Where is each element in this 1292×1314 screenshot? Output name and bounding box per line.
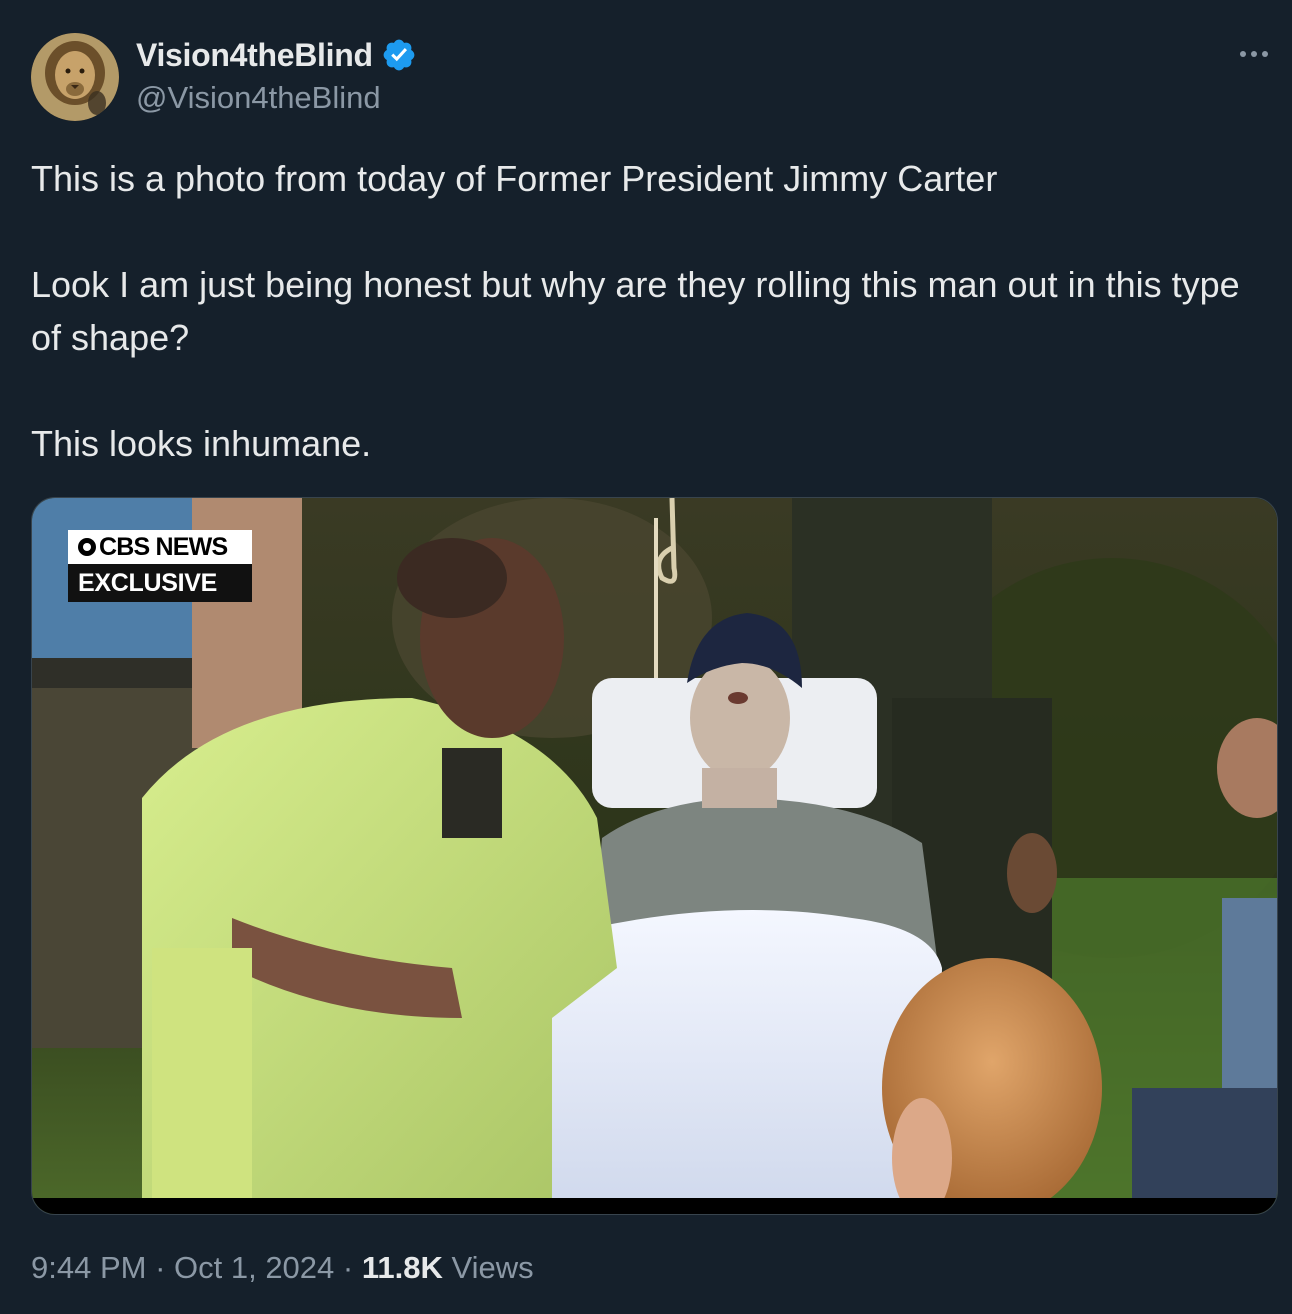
views-count[interactable]: 11.8K [362,1250,443,1286]
author-name-row[interactable]: Vision4theBlind [136,34,417,76]
tweet-paragraph: Look I am just being honest but why are … [31,264,1240,358]
meta-separator: · [334,1250,362,1285]
photo-scene [32,498,1277,1214]
exclusive-label: EXCLUSIVE [68,564,252,602]
tweet-paragraph: This is a photo from today of Former Pre… [31,158,998,199]
author-handle[interactable]: @Vision4theBlind [136,80,381,116]
lion-avatar-icon [31,33,119,121]
cbs-news-badge: CBS NEWS EXCLUSIVE [68,530,252,602]
cbs-logo: CBS NEWS [68,530,252,564]
tweet-meta: 9:44 PM · Oct 1, 2024 · 11.8K Views [31,1250,534,1286]
verified-badge-icon[interactable] [381,37,417,73]
tweet-photo[interactable]: CBS NEWS EXCLUSIVE [31,497,1278,1215]
tweet-time[interactable]: 9:44 PM [31,1250,146,1286]
tweet-text: This is a photo from today of Former Pre… [31,152,1261,470]
cbs-eye-icon [78,538,96,556]
views-label: Views [442,1250,534,1285]
meta-separator: · [146,1250,175,1285]
avatar[interactable] [31,33,119,121]
tweet-date[interactable]: Oct 1, 2024 [174,1250,334,1286]
more-options-icon[interactable] [1236,40,1272,68]
tweet-paragraph: This looks inhumane. [31,423,372,464]
badge-top-label: CBS NEWS [99,532,228,561]
display-name[interactable]: Vision4theBlind [136,37,373,74]
